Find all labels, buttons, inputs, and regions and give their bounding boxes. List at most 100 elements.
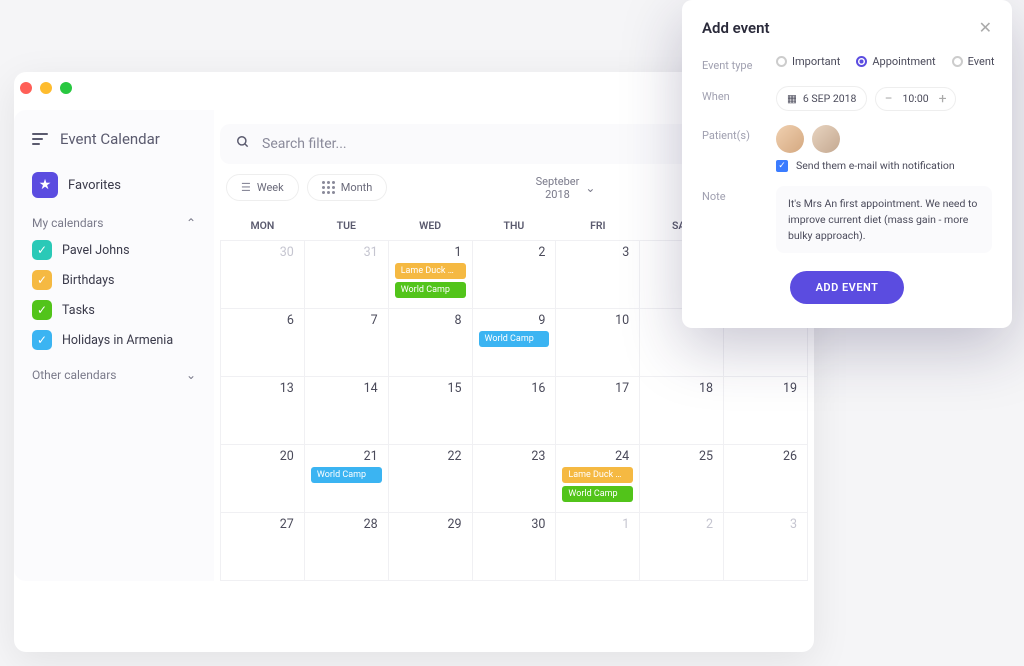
day-number: 9 (479, 313, 550, 328)
calendar-item[interactable]: ✓Birthdays (32, 270, 196, 290)
add-event-modal: Add event ✕ Event type Important Appoint… (682, 0, 1012, 328)
notify-checkbox[interactable]: ✓ Send them e-mail with notification (776, 159, 992, 172)
radio-event[interactable]: Event (952, 55, 995, 68)
calendar-cell[interactable]: 29 (388, 513, 472, 581)
calendar-cell[interactable]: 3 (724, 513, 808, 581)
calendar-cell[interactable]: 13 (221, 377, 305, 445)
calendar-cell[interactable]: 8 (388, 309, 472, 377)
maximize-dot[interactable] (60, 82, 72, 94)
calendar-cell[interactable]: 28 (304, 513, 388, 581)
event-tag[interactable]: World Camp (395, 282, 466, 298)
other-calendars-group[interactable]: Other calendars ⌄ (32, 368, 196, 382)
day-number: 16 (479, 381, 550, 396)
list-icon: ☰ (241, 181, 251, 194)
day-number: 7 (311, 313, 382, 328)
day-number: 1 (395, 245, 466, 260)
event-tag[interactable]: World Camp (311, 467, 382, 483)
check-icon: ✓ (32, 300, 52, 320)
minus-icon[interactable]: − (884, 92, 892, 106)
check-icon: ✓ (32, 240, 52, 260)
dow-header: THU (472, 211, 556, 241)
search-icon (236, 135, 250, 153)
calendar-cell[interactable]: 6 (221, 309, 305, 377)
day-number: 28 (311, 517, 382, 532)
calendar-cell[interactable]: 24 Lame Duck Day World Camp (556, 445, 640, 513)
date-input[interactable]: ▦ 6 SEP 2018 (776, 86, 867, 111)
day-number: 1 (562, 517, 633, 532)
search-placeholder: Search filter... (262, 136, 347, 152)
day-number: 10 (562, 313, 633, 328)
calendar-cell[interactable]: 15 (388, 377, 472, 445)
calendar-cell[interactable]: 22 (388, 445, 472, 513)
close-icon[interactable]: ✕ (979, 18, 992, 37)
calendar-item[interactable]: ✓Holidays in Armenia (32, 330, 196, 350)
calendar-cell[interactable]: 1 (556, 513, 640, 581)
day-number: 30 (227, 245, 298, 260)
group-label: Other calendars (32, 368, 116, 382)
event-tag[interactable]: Lame Duck Day (562, 467, 633, 483)
week-view-button[interactable]: ☰ Week (226, 174, 299, 201)
event-tag[interactable]: World Camp (562, 486, 633, 502)
calendar-cell[interactable]: 2 (640, 513, 724, 581)
calendar-cell[interactable]: 18 (640, 377, 724, 445)
patient-avatar[interactable] (776, 125, 804, 153)
day-number: 24 (562, 449, 633, 464)
field-label: When (702, 86, 764, 103)
dow-header: WED (388, 211, 472, 241)
calendar-cell[interactable]: 14 (304, 377, 388, 445)
patient-avatar[interactable] (812, 125, 840, 153)
calendar-cell[interactable]: 9 World Camp (472, 309, 556, 377)
calendar-cell[interactable]: 1 Lame Duck Day World Camp (388, 241, 472, 309)
day-number: 31 (311, 245, 382, 260)
day-number: 21 (311, 449, 382, 464)
event-tag[interactable]: Lame Duck Day (395, 263, 466, 279)
radio-important[interactable]: Important (776, 55, 840, 68)
add-event-button[interactable]: ADD EVENT (790, 271, 905, 304)
calendar-cell[interactable]: 17 (556, 377, 640, 445)
calendar-item[interactable]: ✓Tasks (32, 300, 196, 320)
plus-icon[interactable]: + (939, 92, 947, 106)
calendar-cell[interactable]: 30 (472, 513, 556, 581)
my-calendars-group[interactable]: My calendars ⌃ (32, 216, 196, 230)
calendar-cell[interactable]: 10 (556, 309, 640, 377)
day-number: 3 (562, 245, 633, 260)
calendar-cell[interactable]: 16 (472, 377, 556, 445)
minimize-dot[interactable] (40, 82, 52, 94)
field-label: Note (702, 186, 764, 203)
calendar-cell[interactable]: 3 (556, 241, 640, 309)
day-number: 19 (730, 381, 801, 396)
month-view-button[interactable]: Month (307, 174, 388, 201)
sidebar: Event Calendar ★ Favorites My calendars … (14, 110, 214, 581)
close-dot[interactable] (20, 82, 32, 94)
calendar-cell[interactable]: 31 (304, 241, 388, 309)
event-tag[interactable]: World Camp (479, 331, 550, 347)
menu-icon[interactable] (32, 133, 48, 145)
calendar-label: Pavel Johns (62, 243, 130, 258)
day-number: 17 (562, 381, 633, 396)
field-label: Patient(s) (702, 125, 764, 142)
day-number: 20 (227, 449, 298, 464)
calendar-cell[interactable]: 27 (221, 513, 305, 581)
day-number: 29 (395, 517, 466, 532)
calendar-cell[interactable]: 25 (640, 445, 724, 513)
grid-icon (322, 181, 335, 194)
calendar-cell[interactable]: 19 (724, 377, 808, 445)
calendar-cell[interactable]: 23 (472, 445, 556, 513)
day-number: 25 (646, 449, 717, 464)
calendar-item[interactable]: ✓ Pavel Johns (32, 240, 196, 260)
note-textarea[interactable]: It's Mrs An first appointment. We need t… (776, 186, 992, 253)
calendar-cell[interactable]: 30 (221, 241, 305, 309)
favorites-item[interactable]: ★ Favorites (32, 172, 196, 198)
calendar-cell[interactable]: 26 (724, 445, 808, 513)
calendar-cell[interactable]: 2 (472, 241, 556, 309)
calendar-cell[interactable]: 21 World Camp (304, 445, 388, 513)
chevron-down-icon: ⌄ (585, 181, 595, 195)
calendar-cell[interactable]: 20 (221, 445, 305, 513)
day-number: 23 (479, 449, 550, 464)
time-input[interactable]: − 10:00 + (875, 87, 955, 111)
calendar-label: Holidays in Armenia (62, 333, 173, 348)
day-number: 6 (227, 313, 298, 328)
radio-appointment[interactable]: Appointment (856, 55, 935, 68)
calendar-cell[interactable]: 7 (304, 309, 388, 377)
calendar-label: Birthdays (62, 273, 114, 288)
